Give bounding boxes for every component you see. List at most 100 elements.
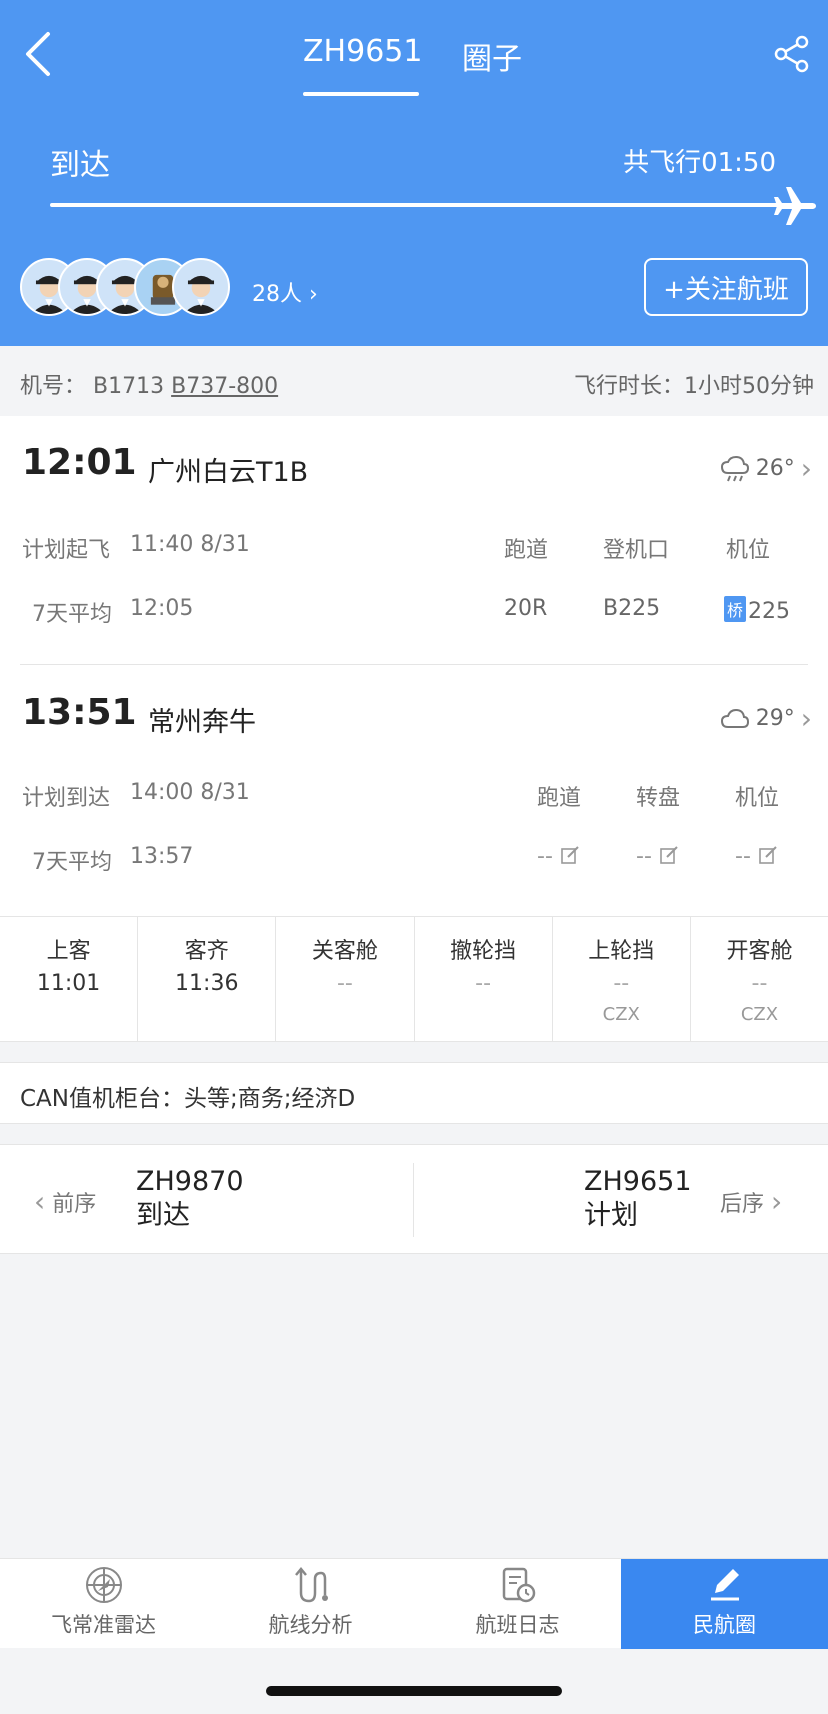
milestone-value: 11:36 [175, 971, 239, 996]
milestone-airport-code: CZX [602, 1004, 640, 1025]
tab-log-label: 航班日志 [475, 1613, 560, 1637]
milestone-title: 客齐 [184, 939, 229, 964]
milestone-value: -- [613, 971, 630, 996]
arrival-segment[interactable]: 13:51 常州奔牛 29° › 计划到达 14:00 8/31 7天平均 13… [0, 666, 828, 916]
tab-flight-log[interactable]: 航班日志 [414, 1559, 621, 1649]
previous-flight-link[interactable]: ‹ 前序 ZH9870 到达 [0, 1145, 413, 1255]
next-flight-number: ZH9651 [584, 1166, 692, 1197]
baggage-carousel-text: -- [636, 844, 652, 869]
departure-avg-time: 12:05 [130, 596, 194, 621]
share-icon[interactable] [772, 34, 812, 74]
milestone-chocks-on: 上轮挡 -- CZX [553, 917, 691, 1041]
duration-value: 1小时50分钟 [684, 374, 814, 399]
tab-underline [303, 92, 419, 96]
arrival-runway-text: -- [537, 844, 553, 869]
arrival-stand-header: 机位 [735, 786, 780, 811]
chevron-right-icon: › [800, 702, 812, 735]
arrival-temperature: 29° [755, 706, 795, 731]
runway-header: 跑道 [504, 538, 549, 563]
departure-actual-time: 12:01 [22, 442, 137, 483]
milestone-value: -- [751, 971, 768, 996]
arrival-stand-value[interactable]: -- [735, 844, 778, 869]
edit-icon[interactable] [659, 845, 679, 865]
milestone-title: 上轮挡 [588, 939, 655, 964]
departure-avg-label: 7天平均 [32, 602, 112, 627]
next-flight-label: 后序 › [720, 1185, 782, 1218]
cloud-icon [720, 708, 749, 728]
chevron-left-icon: ‹ [34, 1185, 46, 1218]
arrival-stand-text: -- [735, 844, 751, 869]
header-tabs: ZH9651 圈子 [0, 28, 828, 98]
next-flight-info: ZH9651 计划 [584, 1165, 692, 1233]
milestone-boarding-complete: 客齐 11:36 [138, 917, 277, 1041]
previous-flight-label: ‹ 前序 [34, 1185, 96, 1218]
edit-icon[interactable] [758, 845, 778, 865]
aircraft-model-link[interactable]: B737-800 [171, 374, 278, 399]
previous-flight-status: 到达 [136, 1200, 190, 1231]
log-icon [502, 1567, 535, 1603]
milestone-value: 11:01 [36, 971, 101, 996]
radar-icon [85, 1567, 122, 1603]
milestone-title: 上客 [46, 939, 91, 964]
rain-cloud-icon [720, 455, 749, 481]
followers-count[interactable]: 28人 › [252, 276, 318, 308]
departure-weather: 26° › [720, 452, 812, 485]
departure-temperature: 26° [755, 456, 795, 481]
reg-number: B1713 [93, 374, 165, 399]
tab-radar-label: 飞常准雷达 [51, 1613, 156, 1637]
chevron-right-icon: › [309, 282, 318, 307]
stand-number: 225 [748, 599, 791, 624]
arrival-runway-value[interactable]: -- [537, 844, 580, 869]
prev-next-flights: ‹ 前序 ZH9870 到达 ZH9651 计划 后序 › [0, 1144, 828, 1254]
arrival-plan-time: 14:00 8/31 [130, 780, 250, 805]
departure-plan-label: 计划起飞 [22, 538, 111, 563]
previous-flight-info: ZH9870 到达 [136, 1165, 244, 1233]
tab-circle[interactable]: 圈子 [462, 34, 522, 78]
edit-icon[interactable] [560, 845, 580, 865]
flight-header: ZH9651 圈子 到达 共飞行01:50 28人 › +关注航班 [0, 0, 828, 346]
arrival-airport: 常州奔牛 [148, 707, 256, 738]
arrival-weather: 29° › [720, 702, 812, 735]
milestone-title: 撤轮挡 [450, 939, 517, 964]
segment-divider [20, 664, 808, 665]
route-icon [294, 1567, 328, 1603]
flight-progress-track [50, 203, 788, 207]
chevron-right-icon: › [800, 452, 812, 485]
follower-avatars[interactable] [20, 258, 260, 318]
flight-segments: 12:01 广州白云T1B 26° › 计划起飞 11:40 8/31 7天平均… [0, 416, 828, 916]
departure-plan-time: 11:40 8/31 [130, 532, 250, 557]
ground-milestones: 上客 11:01 客齐 11:36 关客舱 -- 撤轮挡 -- 上轮挡 -- C… [0, 916, 828, 1042]
tab-aviation-circle[interactable]: 民航圈 [621, 1559, 828, 1649]
stand-value: 桥 225 [724, 596, 790, 624]
runway-value: 20R [504, 596, 548, 621]
stand-header: 机位 [726, 538, 771, 563]
follow-flight-button[interactable]: +关注航班 [644, 258, 808, 316]
arrival-runway-header: 跑道 [537, 786, 582, 811]
milestone-boarding: 上客 11:01 [0, 917, 139, 1041]
gate-value: B225 [603, 596, 661, 621]
previous-label-text: 前序 [52, 1192, 97, 1217]
previous-flight-number: ZH9870 [136, 1166, 244, 1197]
milestone-door-close: 关客舱 -- [276, 917, 415, 1041]
tab-flight[interactable]: ZH9651 [303, 34, 422, 69]
tab-circle-label: 民航圈 [693, 1613, 756, 1637]
baggage-carousel-value[interactable]: -- [636, 844, 679, 869]
gate-header: 登机口 [603, 538, 670, 563]
milestone-value: -- [475, 971, 492, 996]
tab-route-analysis[interactable]: 航线分析 [207, 1559, 414, 1649]
next-flight-link[interactable]: ZH9651 计划 后序 › [414, 1145, 828, 1255]
flight-duration: 飞行时长：1小时50分钟 [574, 368, 814, 400]
followers-count-label: 28人 [252, 282, 302, 307]
total-flight-time: 共飞行01:50 [623, 148, 776, 178]
milestone-airport-code: CZX [740, 1004, 779, 1025]
next-flight-status: 计划 [584, 1200, 638, 1231]
milestone-door-open: 开客舱 -- CZX [691, 917, 828, 1041]
tab-radar[interactable]: 飞常准雷达 [0, 1559, 207, 1649]
bridge-badge: 桥 [724, 596, 747, 622]
home-indicator[interactable] [266, 1686, 562, 1696]
pilot-avatar-icon [172, 258, 230, 316]
aircraft-registration: 机号： B1713 B737-800 [20, 368, 278, 400]
arrival-plan-label: 计划到达 [22, 786, 111, 811]
milestone-chocks-off: 撤轮挡 -- [415, 917, 553, 1041]
departure-segment[interactable]: 12:01 广州白云T1B 26° › 计划起飞 11:40 8/31 7天平均… [0, 416, 828, 666]
